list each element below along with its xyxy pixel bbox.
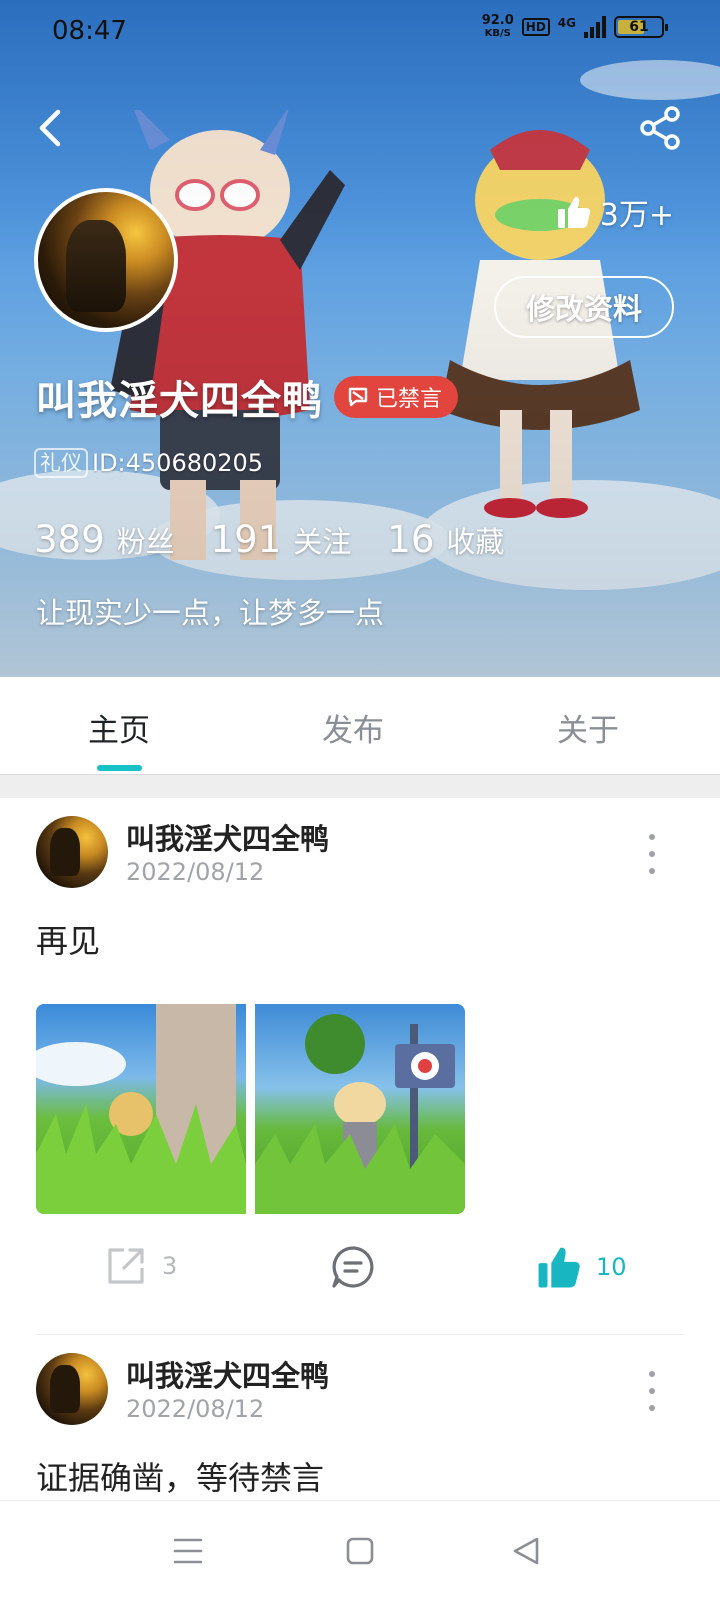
more-vert-icon[interactable] — [642, 834, 662, 874]
share-button[interactable] — [636, 104, 684, 152]
banned-status-badge: 已禁言 — [334, 376, 459, 418]
post-text: 证据确凿，等待禁言 — [36, 1459, 325, 1497]
profile-header-banner: 08:47 92.0 KB/S HD 4G 61 3万+ 修改资料 叫我淫犬四全… — [0, 0, 720, 677]
active-tab-indicator — [97, 765, 142, 771]
status-time: 08:47 — [52, 16, 127, 46]
banner-overlay — [0, 0, 720, 677]
stat-value: 389 — [34, 518, 105, 561]
home-square-icon — [346, 1537, 374, 1565]
share-icon — [640, 106, 680, 150]
total-likes: 3万+ — [556, 190, 674, 234]
edit-profile-button[interactable]: 修改资料 — [494, 276, 674, 338]
share-count: 3 — [162, 1252, 178, 1280]
profile-username: 叫我淫犬四全鸭 — [36, 378, 323, 424]
network-speed-value: 92.0 — [481, 13, 514, 28]
status-icons: 92.0 KB/S HD 4G 61 — [482, 14, 668, 40]
profile-stats: 389 粉丝 191 关注 16 收藏 — [34, 518, 540, 561]
profile-avatar[interactable] — [34, 188, 178, 332]
battery-level: 61 — [629, 19, 649, 35]
like-count: 10 — [596, 1253, 627, 1281]
comment-icon — [332, 1246, 374, 1288]
like-action[interactable]: 10 — [536, 1244, 627, 1290]
external-share-icon — [108, 1248, 144, 1284]
avatar-photo — [66, 220, 126, 312]
post-actions: 3 10 — [0, 1244, 720, 1304]
post-date: 2022/08/12 — [126, 858, 265, 886]
profile-screen: 08:47 92.0 KB/S HD 4G 61 3万+ 修改资料 叫我淫犬四全… — [0, 0, 720, 1600]
menu-icon — [173, 1538, 203, 1564]
stat-value: 191 — [210, 518, 282, 561]
battery-icon: 61 — [614, 16, 668, 38]
stat-label: 收藏 — [446, 525, 505, 559]
tab-posts[interactable]: 发布 — [322, 705, 384, 750]
more-vert-icon[interactable] — [642, 1371, 662, 1411]
back-button[interactable] — [30, 104, 70, 152]
thumbs-up-icon — [557, 196, 590, 228]
stat-label: 粉丝 — [116, 525, 175, 559]
profile-bio: 让现实少一点，让梦多一点 — [36, 596, 385, 630]
signal-icon — [584, 16, 606, 38]
share-action[interactable]: 3 — [104, 1244, 177, 1288]
feed-post: 叫我淫犬四全鸭 2022/08/12 证据确凿，等待禁言 — [0, 1335, 720, 1500]
game-screenshot-image — [36, 1004, 246, 1214]
post-date: 2022/08/12 — [126, 1395, 265, 1423]
network-speed-unit: KB/S — [484, 28, 511, 39]
user-id-row: 礼仪 ID:450680205 — [34, 448, 263, 478]
tab-home[interactable]: 主页 — [88, 705, 150, 750]
post-image-2[interactable] — [255, 1004, 465, 1214]
profile-tabs: 主页 发布 关于 — [0, 677, 720, 774]
tab-about[interactable]: 关于 — [557, 705, 619, 750]
likes-count: 3万+ — [599, 198, 674, 233]
network-type: 4G — [557, 16, 576, 30]
user-id: ID:450680205 — [92, 449, 264, 477]
system-navigation-bar — [0, 1500, 720, 1600]
hd-icon: HD — [521, 18, 550, 36]
status-bar: 08:47 92.0 KB/S HD 4G 61 — [0, 0, 720, 64]
post-author-avatar[interactable] — [36, 816, 108, 888]
post-image-1[interactable] — [36, 1004, 246, 1214]
thumbs-up-icon — [538, 1247, 580, 1288]
stat-followers[interactable]: 389 粉丝 — [34, 518, 175, 561]
back-arrow-icon — [39, 109, 61, 147]
section-divider — [0, 774, 720, 798]
stat-favorites[interactable]: 16 收藏 — [387, 518, 504, 561]
banned-label: 已禁言 — [376, 387, 443, 412]
post-author-name[interactable]: 叫我淫犬四全鸭 — [126, 816, 329, 858]
home-button[interactable] — [340, 1531, 380, 1571]
post-text: 再见 — [36, 922, 101, 960]
comment-action[interactable] — [330, 1244, 376, 1290]
back-triangle-icon — [513, 1537, 539, 1565]
muted-chat-icon — [348, 387, 368, 407]
etiquette-tag: 礼仪 — [34, 448, 88, 478]
post-author-name[interactable]: 叫我淫犬四全鸭 — [126, 1353, 329, 1395]
post-author-avatar[interactable] — [36, 1353, 108, 1425]
stat-following[interactable]: 191 关注 — [211, 518, 352, 561]
network-speed: 92.0 KB/S — [482, 14, 514, 40]
stat-label: 关注 — [293, 525, 352, 559]
system-back-button[interactable] — [506, 1531, 546, 1571]
menu-button[interactable] — [168, 1531, 208, 1571]
game-screenshot-image — [255, 1014, 465, 1214]
stat-value: 16 — [387, 518, 435, 561]
